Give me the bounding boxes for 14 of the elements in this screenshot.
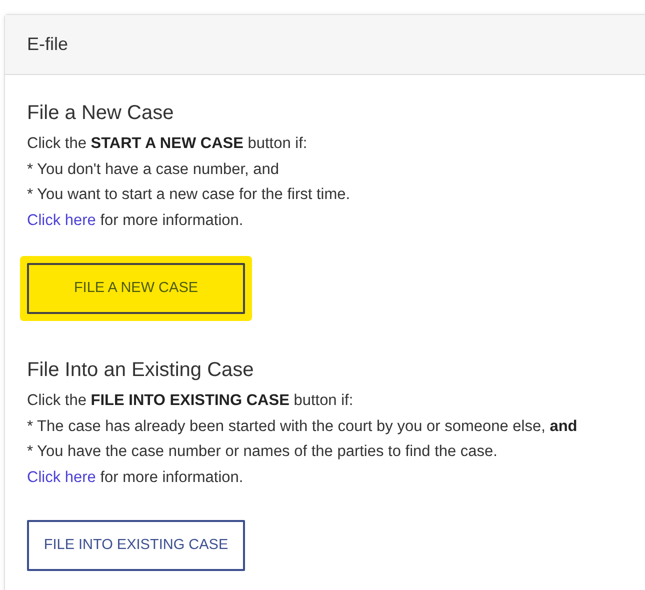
click-here-link[interactable]: Click here bbox=[27, 468, 96, 486]
file-case-button[interactable]: FILE INTO EXISTING CASE bbox=[27, 520, 245, 571]
instruction-text: Click the FILE INTO EXISTING CASE button if: bbox=[27, 391, 354, 411]
section-heading: File a New Case bbox=[27, 101, 175, 125]
instruction-text: * You want to start a new case for the first time. bbox=[27, 185, 352, 205]
section-heading: File Into an Existing Case bbox=[27, 358, 255, 382]
instruction-text: * The case has already been started with the court by you or someone else, and bbox=[27, 416, 578, 436]
instruction-text: Click the START A NEW CASE button if: bbox=[27, 134, 308, 154]
instruction-text: * You have the case number or names of the parties to find the case. bbox=[27, 442, 498, 462]
card-title: E-file bbox=[27, 33, 68, 56]
click-here-link[interactable]: Click here bbox=[27, 212, 96, 228]
instruction-text: * You don't have a case number, and bbox=[27, 160, 280, 180]
info-sentence: Click here for more information. bbox=[27, 210, 244, 230]
info-sentence: Click here for more information. bbox=[27, 468, 244, 488]
